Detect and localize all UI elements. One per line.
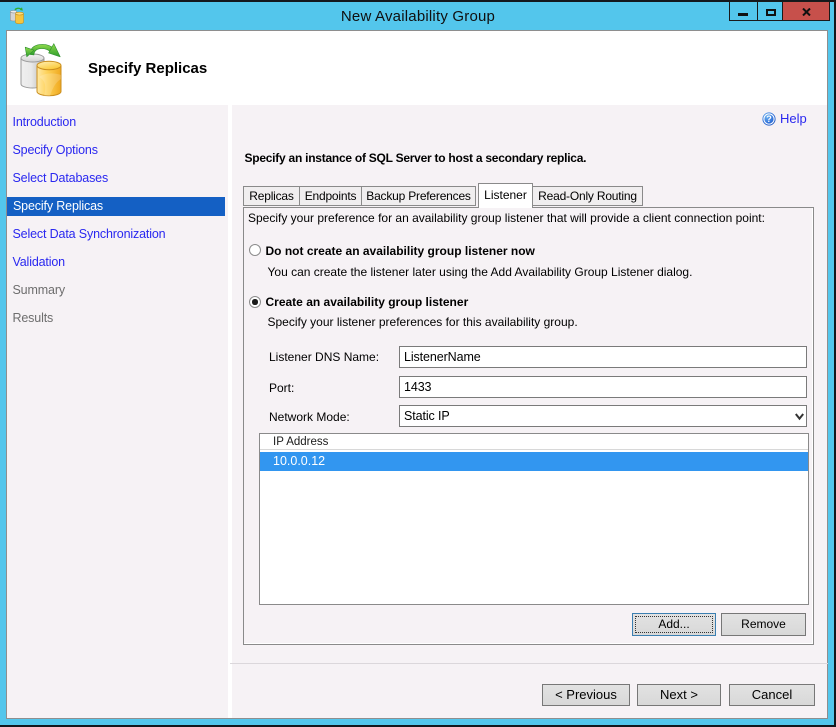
svg-text:?: ? [766,114,772,124]
